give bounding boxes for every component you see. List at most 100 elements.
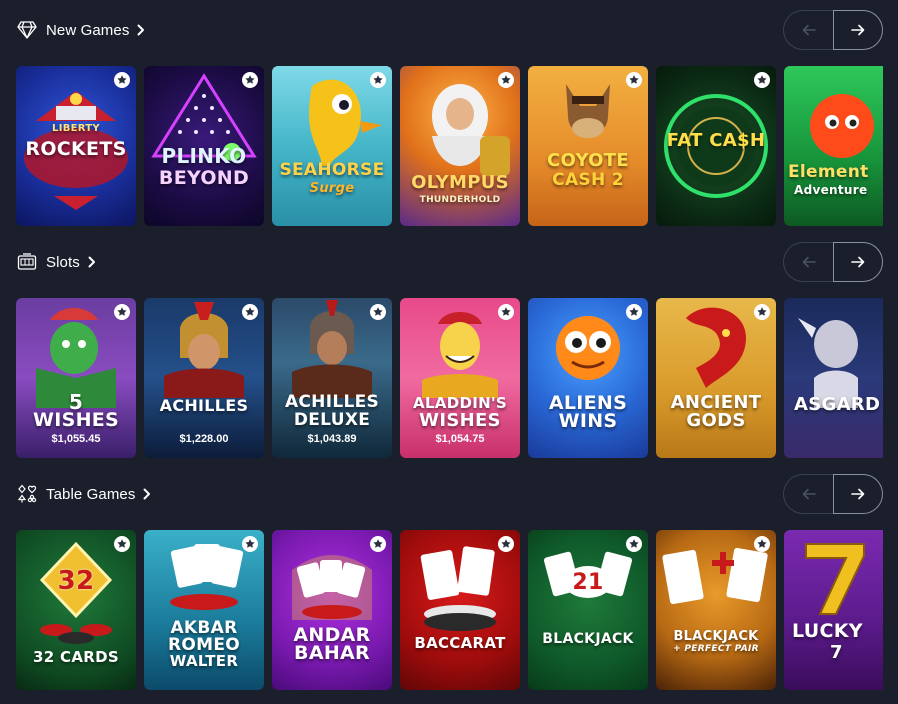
carousel-prev-button[interactable] [783, 242, 833, 282]
game-artwork [662, 547, 768, 605]
star-favorite-icon[interactable] [497, 535, 515, 553]
game-title-line1: BLACKJACK [542, 631, 634, 647]
game-title-line2: + PERFECT PAIR [673, 644, 759, 654]
carousel-next-button[interactable] [833, 474, 883, 514]
game-title-line1: BLACKJACK [673, 629, 759, 644]
game-artwork [805, 543, 865, 615]
arrow-left-icon [802, 488, 816, 500]
game-title-line1: ALADDIN'S [413, 394, 507, 412]
game-title-line1: ACHILLES [159, 396, 249, 415]
game-tile-lucky-7[interactable]: LUCKY 7 [784, 530, 883, 690]
game-tile-blackjack-perfect-pair[interactable]: BLACKJACK + PERFECT PAIR [656, 530, 776, 690]
star-favorite-icon[interactable] [369, 303, 387, 321]
game-title-line1: FAT CA$H [666, 130, 766, 151]
game-tile-achilles-deluxe[interactable]: ACHILLES DELUXE $1,043.89 [272, 298, 392, 458]
game-artwork [39, 541, 113, 644]
game-tile-plinko-beyond[interactable]: PLINKO BEYOND [144, 66, 264, 226]
star-favorite-icon[interactable] [753, 303, 771, 321]
game-title-line2: GODS [686, 410, 746, 431]
game-title-line2: WISHES [32, 409, 120, 431]
slots-header-link[interactable]: Slots [16, 250, 98, 274]
game-tile-coyote-cash-2[interactable]: COYOTE CASH 2 [528, 66, 648, 226]
game-tile-achilles[interactable]: ACHILLES $1,228.00 [144, 298, 264, 458]
game-title-line1: LUCKY [792, 620, 863, 642]
jackpot-amount: $1,054.75 [435, 433, 485, 445]
game-title-line1: ACHILLES [284, 392, 380, 412]
game-title-line1: 32 [57, 566, 95, 596]
card-suits-icon [16, 483, 38, 505]
star-favorite-icon[interactable] [753, 71, 771, 89]
game-tile-32-cards[interactable]: 32 32 CARDS [16, 530, 136, 690]
game-tile-element-adventure[interactable]: Element Adventure [784, 66, 883, 226]
star-favorite-icon[interactable] [497, 303, 515, 321]
game-artwork [543, 551, 633, 598]
game-tile-akbar-romeo-walter[interactable]: AKBAR ROMEO WALTER [144, 530, 264, 690]
table-games-section: Table Games 32 32 CARDS AKBAR ROMEO WALT… [0, 464, 898, 696]
game-artwork [566, 84, 610, 138]
game-tile-andar-bahar[interactable]: ANDAR BAHAR [272, 530, 392, 690]
game-carousel: 5 WISHES $1,055.45 ACHILLES $1,228.00 AC… [16, 298, 883, 458]
game-artwork [420, 546, 496, 631]
game-artwork [686, 307, 746, 388]
game-title-line2: Adventure [794, 183, 868, 197]
game-title-line1: PLINKO [161, 144, 247, 168]
arrow-right-icon [851, 24, 865, 36]
star-favorite-icon[interactable] [625, 535, 643, 553]
game-tile-olympus-thunderhold[interactable]: OLYMPUS THUNDERHOLD [400, 66, 520, 226]
game-tile-ancient-gods[interactable]: ANCIENT GODS [656, 298, 776, 458]
game-tile-asgard[interactable]: ASGARD [784, 298, 883, 458]
game-tile-fat-cash[interactable]: FAT CA$H [656, 66, 776, 226]
star-favorite-icon[interactable] [113, 71, 131, 89]
chevron-right-icon [88, 255, 98, 269]
diamond-icon [16, 19, 38, 41]
new-games-header-link[interactable]: New Games [16, 18, 147, 42]
game-tile-liberty-rockets[interactable]: LIBERTY ROCKETS [16, 66, 136, 226]
game-title-line1: LIBERTY [52, 123, 100, 134]
game-title-line2: BAHAR [294, 642, 370, 664]
star-favorite-icon[interactable] [241, 303, 259, 321]
game-title-line2: WISHES [419, 410, 501, 431]
slot-machine-icon [16, 251, 38, 273]
arrow-right-icon [851, 256, 865, 268]
chevron-right-icon [137, 23, 147, 37]
game-tile-seahorse-surge[interactable]: SEAHORSE Surge [272, 66, 392, 226]
star-favorite-icon[interactable] [113, 535, 131, 553]
new-games-section: New Games LIBERTY ROCKETS PLINKO BEYOND … [0, 0, 898, 232]
game-title-line2: CASH 2 [552, 170, 624, 190]
star-favorite-icon[interactable] [369, 535, 387, 553]
game-title-line1: SEAHORSE [279, 160, 385, 180]
carousel-nav [783, 474, 883, 514]
star-favorite-icon[interactable] [241, 71, 259, 89]
carousel-prev-button[interactable] [783, 474, 833, 514]
game-title-line2: 7 [830, 642, 843, 663]
star-favorite-icon[interactable] [753, 535, 771, 553]
game-title-line1: BACCARAT [414, 634, 506, 652]
carousel-prev-button[interactable] [783, 10, 833, 50]
game-tile-5-wishes[interactable]: 5 WISHES $1,055.45 [16, 298, 136, 458]
game-tile-blackjack[interactable]: 21 BLACKJACK [528, 530, 648, 690]
carousel-next-button[interactable] [833, 10, 883, 50]
star-favorite-icon[interactable] [625, 303, 643, 321]
star-favorite-icon[interactable] [497, 71, 515, 89]
game-tile-aliens-wins[interactable]: ALIENS WINS [528, 298, 648, 458]
star-favorite-icon[interactable] [113, 303, 131, 321]
game-artwork [292, 555, 372, 620]
game-tile-aladdins-wishes[interactable]: ALADDIN'S WISHES $1,054.75 [400, 298, 520, 458]
game-title-line2: WINS [558, 410, 618, 432]
section-title: New Games [46, 21, 130, 39]
jackpot-amount: $1,043.89 [307, 433, 357, 445]
jackpot-amount: $1,055.45 [51, 433, 101, 445]
star-favorite-icon[interactable] [241, 535, 259, 553]
table-games-header-link[interactable]: Table Games [16, 482, 153, 506]
game-title-line2: Surge [309, 181, 355, 196]
game-title-line1: Element [788, 162, 869, 182]
game-carousel: 32 32 CARDS AKBAR ROMEO WALTER ANDAR BAH… [16, 530, 883, 690]
chevron-right-icon [143, 487, 153, 501]
carousel-next-button[interactable] [833, 242, 883, 282]
section-title: Slots [46, 253, 80, 271]
game-tile-baccarat[interactable]: BACCARAT [400, 530, 520, 690]
star-favorite-icon[interactable] [625, 71, 643, 89]
game-artwork [810, 94, 874, 158]
carousel-nav [783, 242, 883, 282]
star-favorite-icon[interactable] [369, 71, 387, 89]
